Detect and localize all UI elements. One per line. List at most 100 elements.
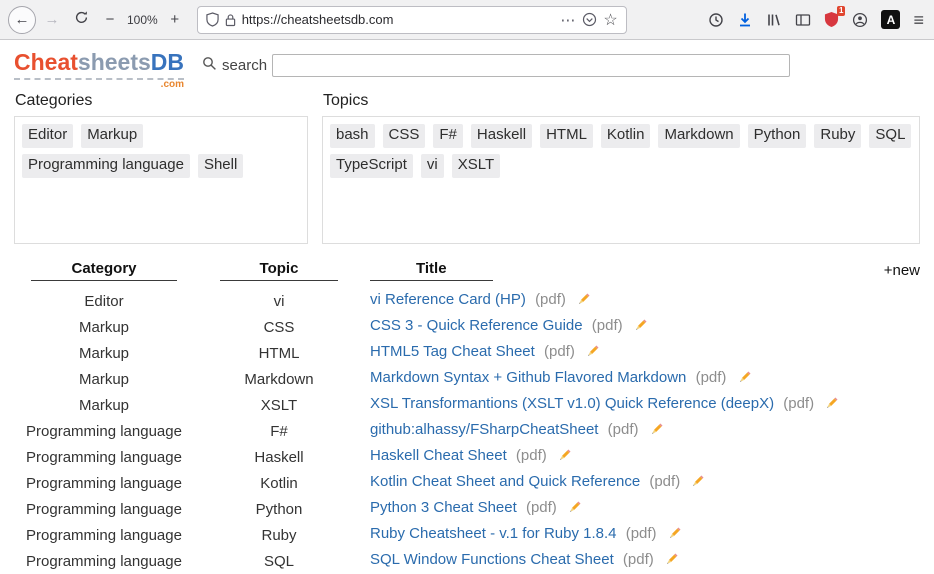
topic-chip[interactable]: Haskell	[470, 124, 533, 148]
category-chip[interactable]: Programming language	[22, 153, 190, 178]
site-logo[interactable]: CheatsheetsDB .com	[14, 49, 185, 90]
cheatsheet-link[interactable]: github:alhassy/FSharpCheatSheet	[370, 421, 598, 438]
topic-chip[interactable]: Markdown	[658, 124, 740, 148]
table-row: Programming language Kotlin Kotlin Cheat…	[14, 470, 920, 496]
sidebar-icon[interactable]	[795, 12, 811, 28]
edit-pencil-icon[interactable]	[557, 448, 572, 467]
cheatsheet-link[interactable]: Markdown Syntax + Github Flavored Markdo…	[370, 369, 686, 386]
topic-chip[interactable]: bash	[330, 124, 375, 148]
cheatsheet-link[interactable]: CSS 3 - Quick Reference Guide	[370, 317, 583, 334]
topic-chip[interactable]: vi	[420, 153, 444, 178]
url-bar[interactable]: https://cheatsheetsdb.com ⋯ ☆	[196, 5, 627, 34]
cheatsheet-link[interactable]: HTML5 Tag Cheat Sheet	[370, 343, 535, 360]
categories-label: Categories	[15, 92, 93, 109]
cheatsheet-link[interactable]: Haskell Cheat Sheet	[370, 447, 507, 464]
adblock-extension-icon[interactable]: 1	[824, 6, 846, 28]
url-text[interactable]: https://cheatsheetsdb.com	[242, 12, 555, 27]
hamburger-menu-icon[interactable]: ≡	[913, 11, 924, 29]
bookmark-star-icon[interactable]: ☆	[603, 10, 617, 30]
table-row: Markup XSLT XSL Transformantions (XSLT v…	[14, 392, 920, 418]
topic-chip[interactable]: F#	[433, 124, 463, 148]
new-button[interactable]: +new	[884, 262, 920, 279]
topic-chip[interactable]: XSLT	[451, 153, 501, 178]
topics-list: bash CSS F# Haskell HTML Kotlin Markdown Python…	[322, 116, 920, 244]
table-row: Markup Markdown Markdown Syntax + Github…	[14, 366, 920, 392]
row-category: Programming language	[26, 448, 182, 466]
cheatsheet-link[interactable]: vi Reference Card (HP)	[370, 291, 526, 308]
topic-chip[interactable]: Python	[747, 124, 807, 148]
cheatsheet-link[interactable]: Ruby Cheatsheet - v.1 for Ruby 1.8.4	[370, 525, 617, 542]
table-row: Programming language Haskell Haskell Che…	[14, 444, 920, 470]
category-chip[interactable]: Shell	[197, 153, 244, 178]
pdf-link[interactable]: (pdf)	[535, 291, 566, 308]
table-row: Programming language Python Python 3 Che…	[14, 496, 920, 522]
a-extension-icon[interactable]: A	[881, 10, 901, 29]
topic-chip[interactable]: SQL	[869, 124, 912, 148]
topic-chip[interactable]: HTML	[540, 124, 593, 148]
library-icon[interactable]	[766, 12, 782, 28]
forward-button[interactable]: →	[39, 7, 65, 33]
cheatsheet-link[interactable]: XSL Transformantions (XSLT v1.0) Quick R…	[370, 395, 774, 412]
pdf-link[interactable]: (pdf)	[516, 447, 547, 464]
zoom-out-button[interactable]: −	[97, 7, 123, 33]
logo-part-cheat: Cheat	[14, 49, 78, 75]
pocket-icon[interactable]	[582, 12, 597, 27]
pdf-link[interactable]: (pdf)	[608, 421, 639, 438]
row-topic: Ruby	[261, 526, 297, 544]
pdf-link[interactable]: (pdf)	[592, 317, 623, 334]
toolbar-right-icons: 1 A ≡	[708, 6, 926, 29]
row-topic: vi	[273, 292, 285, 310]
pdf-link[interactable]: (pdf)	[696, 369, 727, 386]
search-label: search	[222, 57, 268, 74]
pdf-link[interactable]: (pdf)	[783, 395, 814, 412]
pdf-link[interactable]: (pdf)	[626, 525, 657, 542]
filter-panels: Categories Editor Markup Programming langu…	[0, 84, 934, 244]
row-topic: CSS	[263, 318, 295, 336]
pdf-link[interactable]: (pdf)	[544, 343, 575, 360]
row-topic: Markdown	[244, 370, 314, 388]
edit-pencil-icon[interactable]	[633, 318, 648, 337]
downloads-icon[interactable]	[737, 12, 753, 28]
history-icon[interactable]	[708, 12, 724, 28]
cheatsheet-link[interactable]: Python 3 Cheat Sheet	[370, 499, 517, 516]
page-actions-icon[interactable]: ⋯	[560, 11, 576, 29]
category-chip[interactable]: Editor	[22, 124, 74, 148]
pdf-link[interactable]: (pdf)	[649, 473, 680, 490]
refresh-button[interactable]	[68, 7, 94, 33]
edit-pencil-icon[interactable]	[824, 396, 839, 415]
tracking-protection-shield-icon[interactable]	[206, 12, 219, 27]
edit-pencil-icon[interactable]	[576, 292, 591, 311]
topic-chip[interactable]: CSS	[382, 124, 426, 148]
lock-icon[interactable]	[225, 13, 236, 27]
edit-pencil-icon[interactable]	[567, 500, 582, 519]
search-group: search	[202, 54, 791, 77]
topics-label: Topics	[323, 92, 369, 109]
profile-icon[interactable]	[852, 12, 868, 28]
category-chip[interactable]: Markup	[81, 124, 144, 148]
row-topic: Kotlin	[260, 474, 298, 492]
header-topic: Topic	[194, 256, 364, 288]
topic-chip[interactable]: TypeScript	[330, 153, 413, 178]
topic-chip[interactable]: Ruby	[814, 124, 862, 148]
site-header: CheatsheetsDB .com search	[0, 40, 934, 90]
categories-list: Editor Markup Programming language Shell	[14, 116, 308, 244]
edit-pencil-icon[interactable]	[690, 474, 705, 493]
pdf-link[interactable]: (pdf)	[526, 499, 557, 516]
row-category: Programming language	[26, 526, 182, 544]
edit-pencil-icon[interactable]	[737, 370, 752, 389]
zoom-in-button[interactable]: +	[162, 7, 188, 33]
edit-pencil-icon[interactable]	[667, 526, 682, 545]
back-button[interactable]: ←	[8, 5, 36, 34]
cheatsheet-link[interactable]: SQL Window Functions Cheat Sheet	[370, 551, 614, 568]
topic-chip[interactable]: Kotlin	[600, 124, 651, 148]
search-input[interactable]	[272, 54, 791, 77]
pdf-link[interactable]: (pdf)	[623, 551, 654, 568]
zoom-level[interactable]: 100%	[126, 13, 159, 27]
refresh-icon	[74, 10, 89, 29]
edit-pencil-icon[interactable]	[649, 422, 664, 441]
edit-pencil-icon[interactable]	[585, 344, 600, 363]
edit-pencil-icon[interactable]	[664, 552, 679, 571]
table-row: Programming language SQL SQL Window Func…	[14, 548, 920, 574]
cheatsheet-link[interactable]: Kotlin Cheat Sheet and Quick Reference	[370, 473, 640, 490]
logo-tld: .com	[160, 79, 185, 90]
